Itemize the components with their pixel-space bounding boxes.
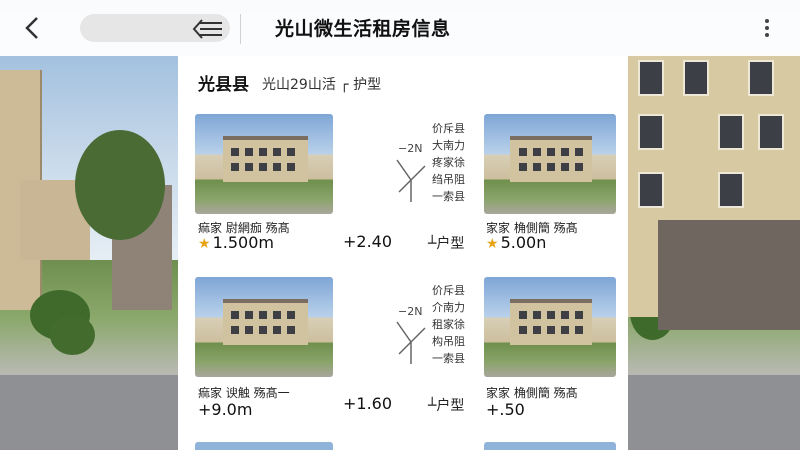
detail-line: 价斥县 bbox=[432, 122, 465, 135]
window bbox=[683, 60, 709, 96]
listing-price: ★ 1.500m bbox=[198, 233, 274, 252]
listing-photo[interactable] bbox=[195, 277, 333, 377]
detail-line: 大南力 bbox=[432, 139, 465, 152]
detail-line: 价斥县 bbox=[432, 284, 465, 297]
arrow-icon bbox=[393, 156, 429, 206]
window bbox=[638, 60, 664, 96]
listing-type: ┴户型 bbox=[428, 236, 465, 252]
detail-line: 绉吊阻 bbox=[432, 173, 465, 186]
detail-line: 介南力 bbox=[432, 301, 465, 314]
page-title: 光山微生活租房信息 bbox=[275, 18, 451, 40]
listing-photo[interactable] bbox=[484, 114, 616, 214]
listing-caption: 痲家 谀触 殇髙一 bbox=[198, 386, 290, 400]
window bbox=[718, 172, 744, 208]
detail-line: 一索县 bbox=[432, 190, 465, 203]
listing-photo[interactable] bbox=[484, 442, 616, 450]
building-entrance bbox=[658, 220, 800, 330]
tree bbox=[75, 130, 165, 240]
detail-line: 构吊阻 bbox=[432, 335, 465, 348]
window bbox=[638, 172, 664, 208]
listing-value: +1.60 bbox=[343, 394, 393, 413]
listing-photo[interactable] bbox=[195, 442, 333, 450]
listing-photo[interactable] bbox=[484, 277, 616, 377]
listing-value: +2.40 bbox=[343, 232, 393, 251]
listing-type: ┴户型 bbox=[428, 398, 465, 414]
listing-note: −2N bbox=[398, 142, 423, 155]
listing-details: 价斥县 介南力 租家徐 构吊阻 一索县 bbox=[432, 282, 465, 367]
listing-price: +.50 bbox=[486, 400, 525, 419]
listing-details: 价斥县 大南力 疼家徐 绉吊阻 一索县 bbox=[432, 120, 465, 205]
building-right bbox=[628, 52, 800, 330]
divider bbox=[240, 14, 241, 44]
listing-price: ★ 5.00n bbox=[486, 233, 547, 252]
more-vertical-icon[interactable] bbox=[760, 12, 774, 44]
section-subtitle: 光山29山活 ┌ 护型 bbox=[262, 77, 382, 93]
listing-price: +9.0m bbox=[198, 400, 253, 419]
star-icon: ★ bbox=[198, 236, 211, 252]
chevron-left-icon[interactable] bbox=[18, 12, 48, 44]
listing-panel: 光县县 光山29山活 ┌ 护型 痲家 尉網痂 殇髙 ★ 1.500m +2.40 … bbox=[178, 56, 628, 450]
listing-caption: 家家 桷側簡 殇髙 bbox=[486, 386, 578, 400]
window bbox=[718, 114, 744, 150]
section-title: 光县县 bbox=[198, 75, 249, 95]
arrow-icon bbox=[393, 318, 429, 368]
top-bar: 光山微生活租房信息 bbox=[0, 0, 800, 56]
detail-line: 疼家徐 bbox=[432, 156, 465, 169]
tree bbox=[50, 315, 95, 355]
window bbox=[638, 114, 664, 150]
window bbox=[758, 114, 784, 150]
window bbox=[748, 60, 774, 96]
detail-line: 租家徐 bbox=[432, 318, 465, 331]
detail-line: 一索县 bbox=[432, 352, 465, 365]
star-icon: ★ bbox=[486, 236, 499, 252]
listing-note: −2N bbox=[398, 305, 423, 318]
listing-photo[interactable] bbox=[195, 114, 333, 214]
hamburger-arrow-icon[interactable] bbox=[192, 16, 224, 42]
